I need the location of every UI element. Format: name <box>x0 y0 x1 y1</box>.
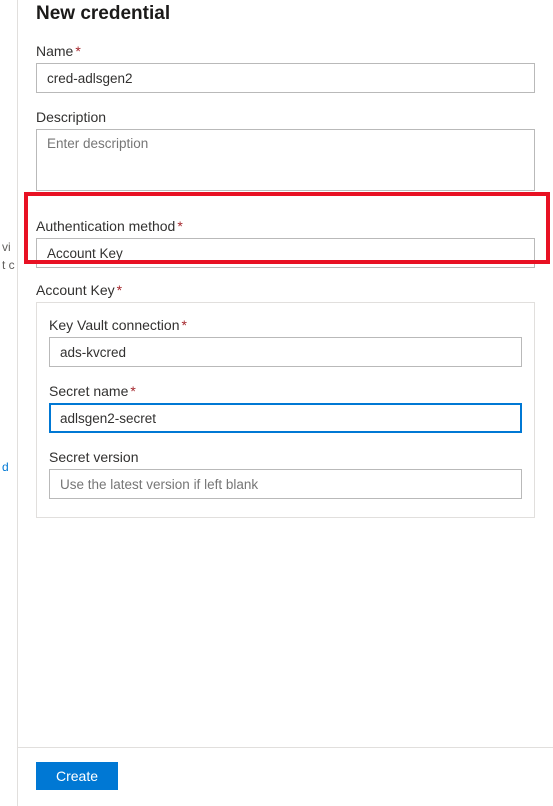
secret-name-field-block: Secret name* <box>49 383 522 433</box>
description-label: Description <box>36 109 535 125</box>
edge-text: vi <box>2 240 11 254</box>
account-key-section-label: Account Key* <box>36 282 122 298</box>
required-asterisk: * <box>75 43 80 59</box>
secret-version-label: Secret version <box>49 449 522 465</box>
required-asterisk: * <box>182 317 187 333</box>
description-input[interactable] <box>36 129 535 191</box>
description-field-block: Description <box>36 109 535 196</box>
account-key-section-wrapper: Account Key* Key Vault connection* Secre… <box>36 282 535 518</box>
kv-connection-select[interactable] <box>49 337 522 367</box>
secret-name-label: Secret name* <box>49 383 522 399</box>
auth-method-select[interactable] <box>36 238 535 268</box>
required-asterisk: * <box>177 218 182 234</box>
account-key-section: Key Vault connection* Secret name* Secre… <box>36 302 535 518</box>
create-button[interactable]: Create <box>36 762 118 790</box>
required-asterisk: * <box>117 282 122 298</box>
name-field-block: Name* <box>36 43 535 93</box>
secret-version-field-block: Secret version <box>49 449 522 499</box>
secret-version-input[interactable] <box>49 469 522 499</box>
edge-text: t c <box>2 258 15 272</box>
new-credential-panel: New credential Name* Description Authent… <box>18 0 553 806</box>
panel-title: New credential <box>36 3 535 25</box>
name-label: Name* <box>36 43 535 59</box>
auth-method-label: Authentication method* <box>36 218 535 234</box>
kv-connection-field-block: Key Vault connection* <box>49 317 522 367</box>
edge-text: d <box>2 460 9 474</box>
panel-footer: Create <box>18 747 553 790</box>
kv-connection-label: Key Vault connection* <box>49 317 522 333</box>
secret-name-input[interactable] <box>49 403 522 433</box>
auth-method-field-block: Authentication method* <box>36 218 535 268</box>
required-asterisk: * <box>130 383 135 399</box>
left-edge-fragment: vi t c d <box>0 0 18 806</box>
name-input[interactable] <box>36 63 535 93</box>
